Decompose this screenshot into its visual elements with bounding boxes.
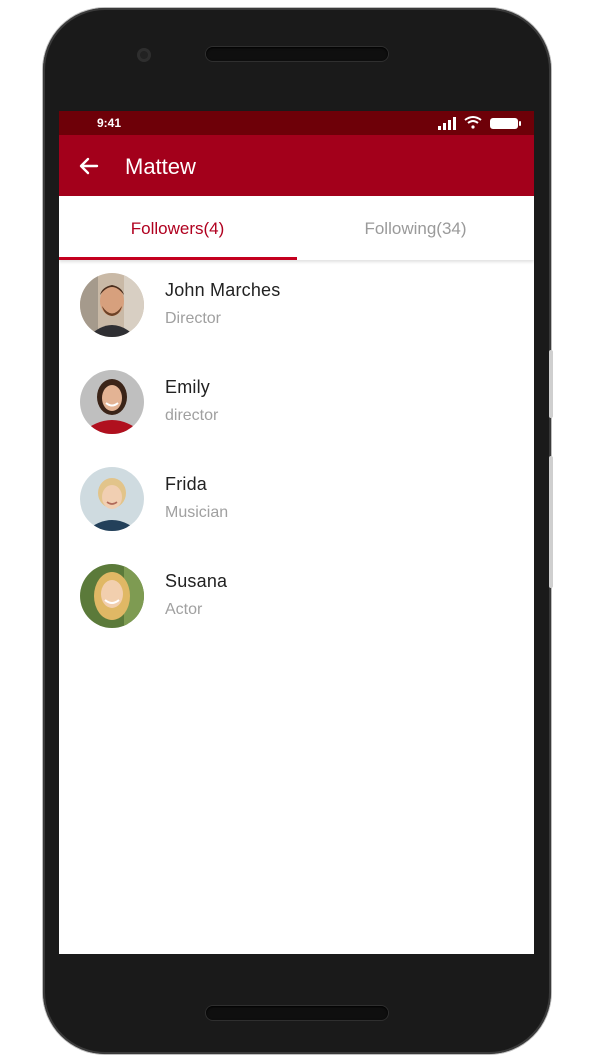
front-camera (137, 48, 151, 62)
tab-followers[interactable]: Followers(4) (59, 196, 296, 260)
tab-following[interactable]: Following(34) (297, 196, 534, 260)
avatar (80, 564, 144, 628)
tab-following-label: Following(34) (364, 219, 467, 238)
follower-role: director (165, 407, 219, 424)
avatar (80, 370, 144, 434)
app-bar: Mattew (59, 135, 534, 196)
bottom-speaker (206, 1006, 388, 1020)
list-item[interactable]: Emily director (59, 358, 534, 454)
top-speaker (206, 47, 388, 61)
follower-name: Frida (165, 474, 208, 494)
status-icons (438, 116, 521, 130)
wifi-icon (464, 116, 482, 129)
follower-name: Susana (165, 571, 228, 591)
follower-role: Musician (165, 504, 229, 521)
battery-icon (490, 118, 521, 129)
signal-icon (438, 117, 456, 130)
follower-name: John Marches (165, 280, 281, 300)
list-item[interactable]: John Marches Director (59, 261, 534, 357)
page-title: Mattew (125, 154, 196, 179)
tab-followers-label: Followers(4) (130, 219, 225, 238)
list-item[interactable]: Susana Actor (59, 552, 534, 648)
app-screen: 9:41 Mattew Followers(4) Following(34) J… (59, 111, 534, 954)
follower-name: Emily (165, 377, 210, 397)
arrow-left-icon[interactable] (77, 154, 101, 178)
power-button[interactable] (549, 456, 553, 588)
follower-role: Actor (165, 601, 203, 618)
active-tab-indicator (59, 257, 297, 260)
volume-button[interactable] (549, 350, 553, 418)
list-item[interactable]: Frida Musician (59, 455, 534, 551)
follower-role: Director (165, 310, 222, 327)
status-bar: 9:41 (59, 111, 534, 135)
tab-bar: Followers(4) Following(34) (59, 196, 534, 260)
avatar (80, 273, 144, 337)
avatar (80, 467, 144, 531)
status-time: 9:41 (97, 116, 122, 130)
